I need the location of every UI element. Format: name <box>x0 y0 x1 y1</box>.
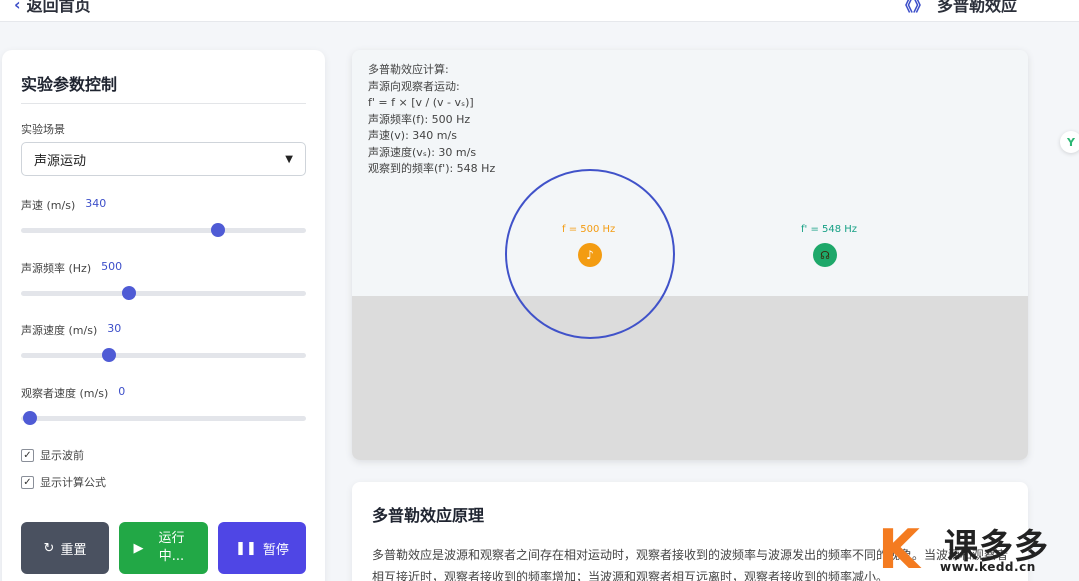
formula-line: 声源向观察者运动: <box>368 79 460 93</box>
formula-line: 声速(v): 340 m/s <box>368 129 457 142</box>
control-panel: 实验参数控制 实验场景 声源运动 ▼ 声速 (m/s) 340 声源频率 (Hz)… <box>2 50 325 581</box>
checkbox-box[interactable]: ✓ <box>21 475 34 489</box>
sound-speed-slider[interactable] <box>21 223 306 237</box>
reset-button[interactable]: ↻ 重置 <box>21 522 109 574</box>
formula-line: 声源频率(f): 500 Hz <box>368 112 471 126</box>
slider-thumb[interactable] <box>22 411 37 425</box>
page-title: 《》 多普勒效应 <box>897 0 1017 16</box>
refresh-icon: ↻ <box>43 540 55 556</box>
observer-frequency-tag: f' = 548 Hz <box>801 224 858 235</box>
source-frequency-slider[interactable] <box>21 286 306 300</box>
pause-label: 暂停 <box>262 542 289 558</box>
show-formula-label: 显示计算公式 <box>40 476 106 489</box>
sound-waves-icon: 《》 <box>896 0 929 15</box>
formula-line: f' = f × [v / (v - vₛ)] <box>368 96 474 109</box>
pause-button[interactable]: ❚❚ 暂停 <box>218 522 306 574</box>
source-frequency-label: 声源频率 (Hz) <box>21 262 92 275</box>
sound-speed-control: 声速 (m/s) 340 <box>21 197 306 237</box>
slider-thumb[interactable] <box>122 286 137 300</box>
chevron-left-icon: ‹ <box>14 0 21 14</box>
back-label: 返回首页 <box>26 0 91 15</box>
formula-line: 多普勒效应计算: <box>368 63 449 76</box>
source-frequency-tag: f = 500 Hz <box>562 224 616 235</box>
back-link[interactable]: ‹ 返回首页 <box>14 0 91 16</box>
source-speed-slider[interactable] <box>21 348 306 362</box>
observer-speed-control: 观察者速度 (m/s) 0 <box>21 385 306 425</box>
source-speed-label: 声源速度 (m/s) <box>21 324 98 337</box>
chevron-down-icon: ▼ <box>285 153 293 165</box>
play-icon: ▶ <box>133 540 144 556</box>
music-note-icon: ♪ <box>578 243 602 267</box>
source-speed-control: 声源速度 (m/s) 30 <box>21 322 306 362</box>
observer-speed-value: 0 <box>118 385 126 398</box>
observer-speed-label: 观察者速度 (m/s) <box>21 387 109 400</box>
show-wavefront-label: 显示波前 <box>40 449 84 462</box>
scene-label: 实验场景 <box>21 123 65 136</box>
scene-select-value: 声源运动 <box>34 153 87 169</box>
checkbox-box[interactable]: ✓ <box>21 448 34 462</box>
watermark-logo: K 课多多 www.kedd.cn <box>878 515 1079 581</box>
run-button[interactable]: ▶ 运行中... <box>119 522 208 574</box>
formula-line: 观察到的频率(f'): 548 Hz <box>368 162 496 175</box>
formula-line: 声源速度(vₛ): 30 m/s <box>368 145 477 159</box>
reset-label: 重置 <box>60 542 87 558</box>
floating-assistant-icon[interactable]: Y <box>1060 131 1079 153</box>
ear-icon: ☊ <box>813 243 837 267</box>
sound-speed-value: 340 <box>85 197 107 210</box>
watermark-url: www.kedd.cn <box>940 560 1036 574</box>
top-bar: ‹ 返回首页 《》 多普勒效应 <box>0 0 1079 22</box>
slider-thumb[interactable] <box>210 223 225 237</box>
show-formula-checkbox[interactable]: ✓ 显示计算公式 <box>21 474 106 490</box>
show-wavefront-checkbox[interactable]: ✓ 显示波前 <box>21 447 84 463</box>
slider-thumb[interactable] <box>102 348 117 362</box>
run-label: 运行中... <box>158 531 185 564</box>
source-frequency-control: 声源频率 (Hz) 500 <box>21 260 306 300</box>
page-title-text: 多普勒效应 <box>936 0 1017 15</box>
logo-k-icon: K <box>878 518 920 581</box>
panel-title: 实验参数控制 <box>21 71 306 104</box>
source-speed-value: 30 <box>107 322 122 335</box>
ground-area <box>352 296 1028 460</box>
simulation-canvas: 多普勒效应计算: 声源向观察者运动: f' = f × [v / (v - vₛ… <box>352 50 1028 460</box>
observer-speed-slider[interactable] <box>21 411 306 425</box>
scene-select[interactable]: 声源运动 ▼ <box>21 142 306 176</box>
pause-icon: ❚❚ <box>235 540 257 556</box>
formula-display: 多普勒效应计算: 声源向观察者运动: f' = f × [v / (v - vₛ… <box>368 62 495 178</box>
sound-speed-label: 声速 (m/s) <box>21 199 76 212</box>
source-frequency-value: 500 <box>101 260 123 273</box>
